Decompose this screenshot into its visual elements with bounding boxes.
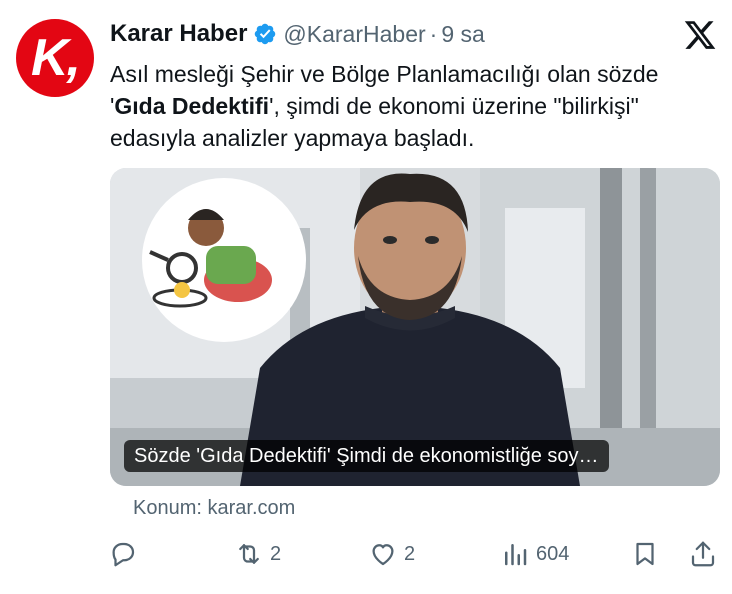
card-source[interactable]: Konum: karar.com (133, 497, 295, 520)
separator-dot: · (429, 20, 438, 47)
like-count: 2 (404, 542, 416, 565)
heart-icon (372, 544, 394, 566)
link-card-image[interactable]: Sözde 'Gıda Dedektifi' Şimdi de ekonomis… (110, 168, 720, 486)
handle[interactable]: @KararHaber (283, 21, 425, 48)
card-photo (110, 168, 720, 486)
bookmark-button[interactable] (630, 534, 660, 574)
timestamp[interactable]: 9 sa (441, 21, 484, 48)
retweet-icon (239, 544, 259, 564)
retweet-count: 2 (270, 542, 282, 565)
views-button[interactable]: 604 (500, 534, 569, 574)
share-button[interactable] (688, 534, 718, 574)
views-icon (505, 544, 527, 566)
reply-button[interactable] (108, 534, 144, 574)
tweet-text-bold: Gıda Dedektifi (114, 93, 270, 119)
card-caption: Sözde 'Gıda Dedektifi' Şimdi de ekonomis… (124, 440, 609, 472)
share-icon (691, 541, 715, 567)
like-button[interactable]: 2 (368, 534, 415, 574)
x-logo-icon[interactable] (683, 18, 717, 52)
tweet-text: Asıl mesleği Şehir ve Bölge Planlamacılı… (110, 58, 720, 154)
verified-badge-icon (255, 23, 276, 45)
bookmark-icon (636, 542, 654, 566)
views-count: 604 (536, 542, 570, 565)
action-bar: 2 2 604 (108, 534, 722, 574)
display-name[interactable]: Karar Haber (110, 20, 247, 48)
retweet-button[interactable]: 2 (234, 534, 281, 574)
tweet-header: Karar Haber @KararHaber · 9 sa (110, 16, 485, 52)
avatar-logo-text: K, (31, 29, 81, 87)
reply-icon (112, 542, 135, 567)
avatar[interactable]: K, (16, 19, 94, 97)
